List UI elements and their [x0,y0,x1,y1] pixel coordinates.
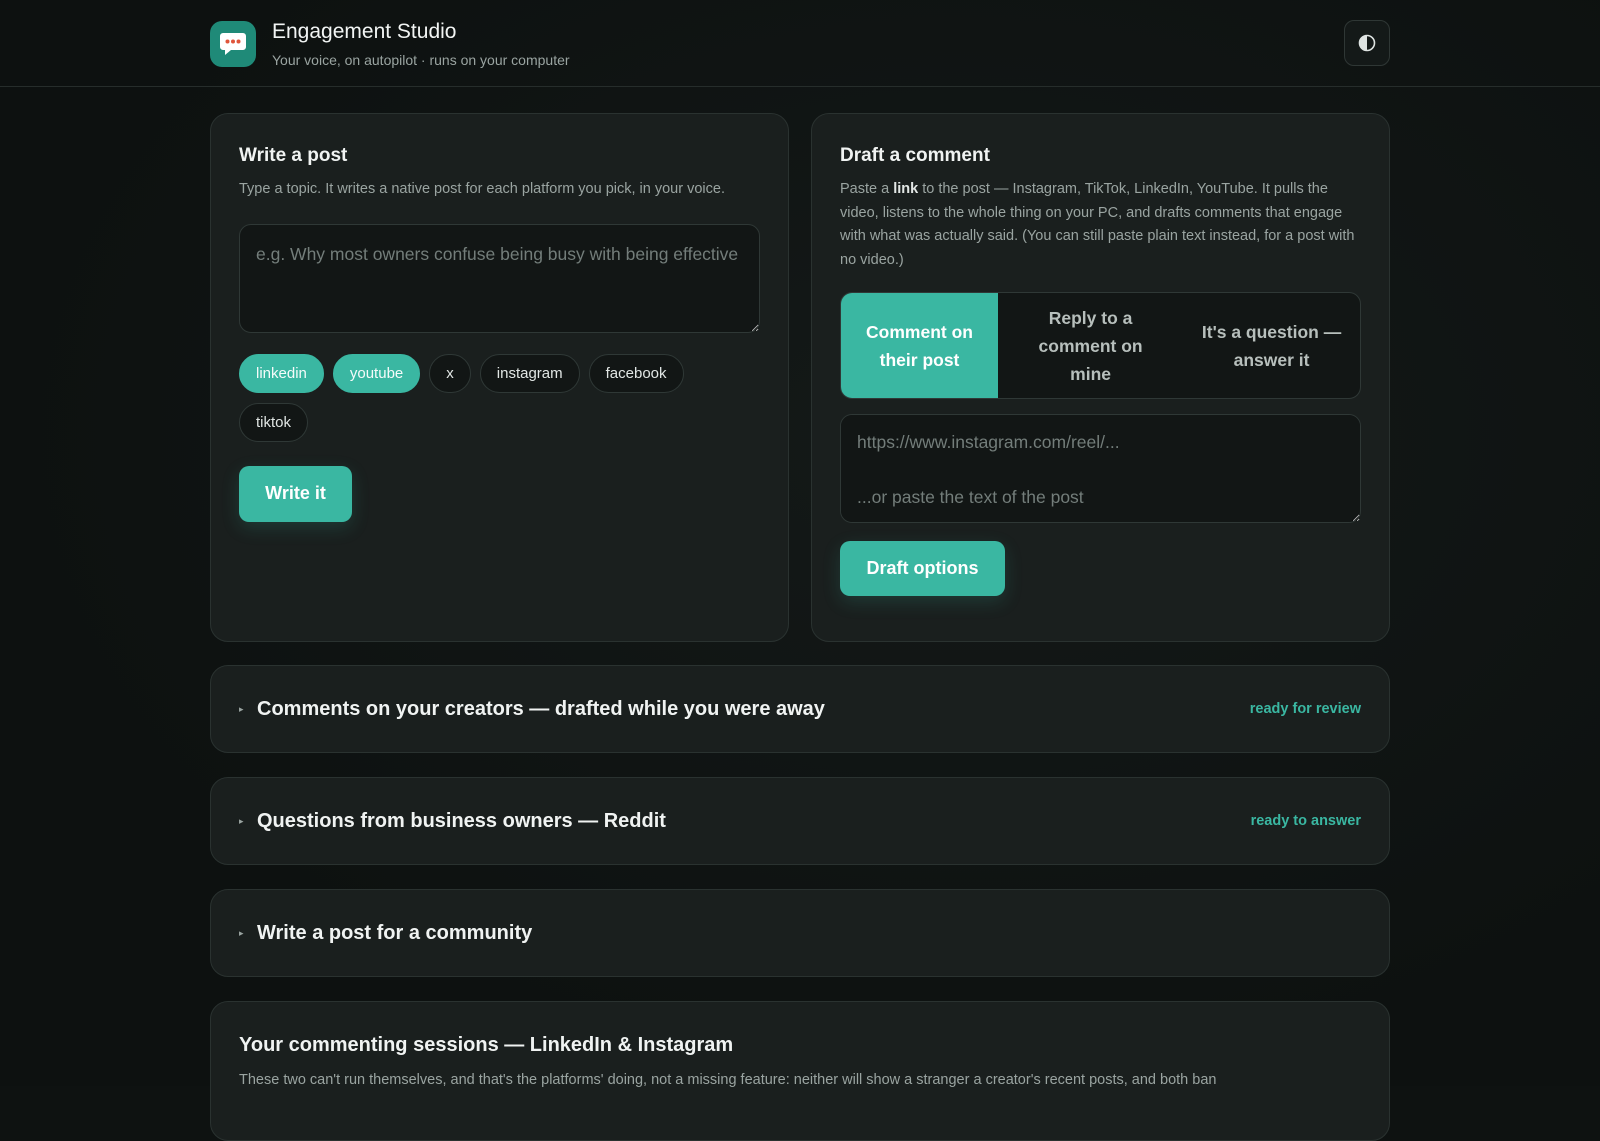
draft-options-button[interactable]: Draft options [840,541,1005,596]
write-it-button[interactable]: Write it [239,465,352,522]
platform-chip-x[interactable]: x [429,353,471,393]
app-subtitle: Your voice, on autopilot · runs on your … [272,52,570,68]
mode-option-3[interactable]: It's a question — answer it [1183,293,1360,398]
platform-chip-linkedin[interactable]: linkedin [239,353,324,393]
contrast-icon [1358,34,1376,52]
caret-right-icon: ▸ [239,703,244,714]
section-creator-comments[interactable]: ▸ Comments on your creators — drafted wh… [210,665,1390,753]
section-title: Write a post for a community [257,921,533,944]
mode-option-1[interactable]: Comment on their post [841,293,999,398]
write-post-title: Write a post [239,145,348,166]
status-badge: ready to answer [1250,813,1361,829]
caret-right-icon: ▸ [239,927,244,938]
platform-chip-tiktok[interactable]: tiktok [239,402,309,442]
link-emphasis: link [893,181,919,197]
brand: Engagement Studio Your voice, on autopil… [210,20,570,68]
chat-bubble-icon [210,21,256,67]
draft-comment-title: Draft a comment [840,145,990,166]
app-title: Engagement Studio [272,20,457,43]
sessions-description: These two can't run themselves, and that… [239,1072,1217,1088]
platform-chips: linkedin youtube x instagram facebook tiktok [239,353,760,442]
commenting-sessions-card: Your commenting sessions — LinkedIn & In… [210,1001,1390,1141]
platform-chip-facebook[interactable]: facebook [588,353,684,393]
section-reddit-questions[interactable]: ▸ Questions from business owners — Reddi… [210,777,1390,865]
platform-chip-instagram[interactable]: instagram [479,353,580,393]
status-badge: ready for review [1249,701,1361,717]
mode-option-2[interactable]: Reply to a comment on mine [998,293,1183,398]
section-title: Questions from business owners — Reddit [257,809,666,832]
section-community-post[interactable]: ▸ Write a post for a community [210,889,1390,977]
topic-input[interactable] [239,223,760,333]
app-header: Engagement Studio Your voice, on autopil… [0,0,1600,87]
platform-chip-youtube[interactable]: youtube [332,353,421,393]
section-title: Comments on your creators — drafted whil… [257,697,825,720]
draft-comment-card: Draft a comment Paste a link to the post… [811,113,1390,642]
theme-toggle-button[interactable] [1344,20,1390,66]
comment-mode-selector: Comment on their post Reply to a comment … [840,292,1361,399]
write-post-card: Write a post Type a topic. It writes a n… [210,113,789,642]
caret-right-icon: ▸ [239,815,244,826]
post-link-input[interactable] [840,414,1361,523]
sessions-title: Your commenting sessions — LinkedIn & In… [239,1034,734,1056]
write-post-description: Type a topic. It writes a native post fo… [239,181,725,197]
draft-comment-description: Paste a link to the post — Instagram, Ti… [840,181,1355,268]
